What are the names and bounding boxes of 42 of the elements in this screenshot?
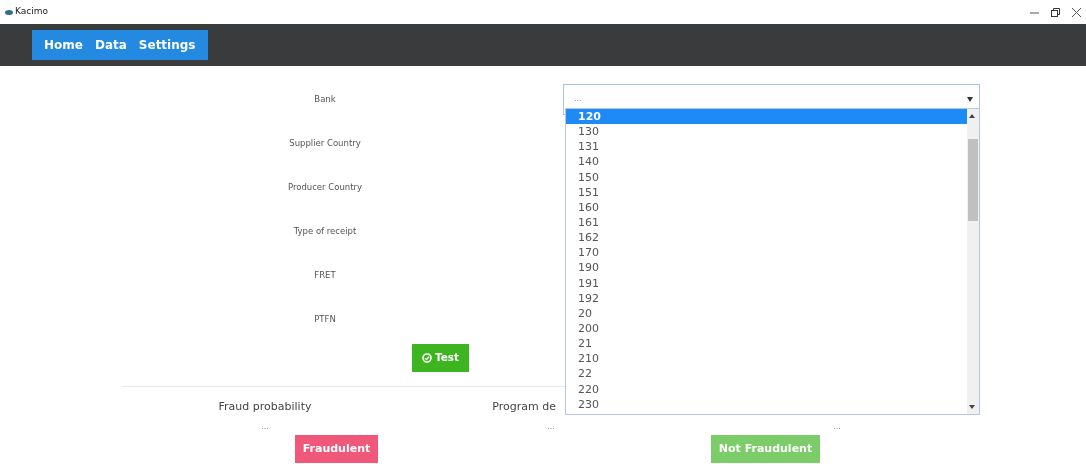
dropdown-option[interactable]: 210 — [566, 351, 967, 367]
field-label: PTFN — [313, 312, 337, 326]
nav-link[interactable]: Home — [38, 36, 89, 54]
check-circle-icon — [421, 353, 432, 363]
dropdown-option[interactable]: 160 — [566, 199, 967, 215]
nav-link[interactable]: Data — [88, 36, 133, 54]
dropdown-option[interactable]: 150 — [566, 169, 967, 185]
result-label: Program de — [492, 400, 556, 413]
scroll-thumb[interactable] — [968, 139, 978, 221]
dropdown-option[interactable]: 191 — [566, 275, 967, 291]
dropdown-option[interactable]: 200 — [566, 320, 967, 337]
result-value: ... — [832, 421, 842, 433]
result-value: ... — [260, 421, 270, 433]
dropdown-option[interactable]: 131 — [566, 139, 967, 155]
window-title: Kacimo — [15, 5, 48, 19]
field-label: Bank — [313, 92, 337, 106]
nav-link[interactable]: Settings — [132, 36, 202, 54]
field-label: Producer Country — [286, 180, 364, 194]
caret-icon — [967, 96, 973, 102]
close-icon[interactable] — [1072, 7, 1081, 17]
dropdown-option[interactable]: 220 — [566, 381, 967, 397]
dropdown-option[interactable]: 162 — [566, 230, 967, 246]
dropdown-option[interactable]: 21 — [566, 336, 967, 352]
field-label: Type of receipt — [292, 224, 358, 238]
dropdown-option[interactable]: 161 — [566, 215, 967, 231]
app-icon — [5, 9, 13, 15]
dropdown-option[interactable]: 190 — [566, 260, 967, 276]
dropdown-option[interactable]: 22 — [566, 366, 967, 382]
dropdown-option[interactable]: 140 — [566, 154, 967, 170]
dropdown-option[interactable]: 230 — [566, 396, 967, 412]
select-value: ... — [574, 93, 582, 105]
field-label: FRET — [313, 268, 337, 282]
dropdown-option[interactable]: 20 — [566, 305, 967, 321]
restore-icon[interactable] — [1051, 7, 1060, 17]
dropdown-option[interactable]: 130 — [566, 124, 967, 140]
result-value: ... — [546, 421, 556, 433]
field-label: Supplier Country — [288, 136, 362, 150]
dropdown-option[interactable]: 151 — [566, 184, 967, 200]
result-label: Fraud probability — [218, 400, 312, 413]
dropdown-option[interactable]: 192 — [566, 290, 967, 306]
dropdown-option[interactable]: 170 — [566, 245, 967, 261]
scroll-down-icon[interactable] — [969, 405, 975, 409]
